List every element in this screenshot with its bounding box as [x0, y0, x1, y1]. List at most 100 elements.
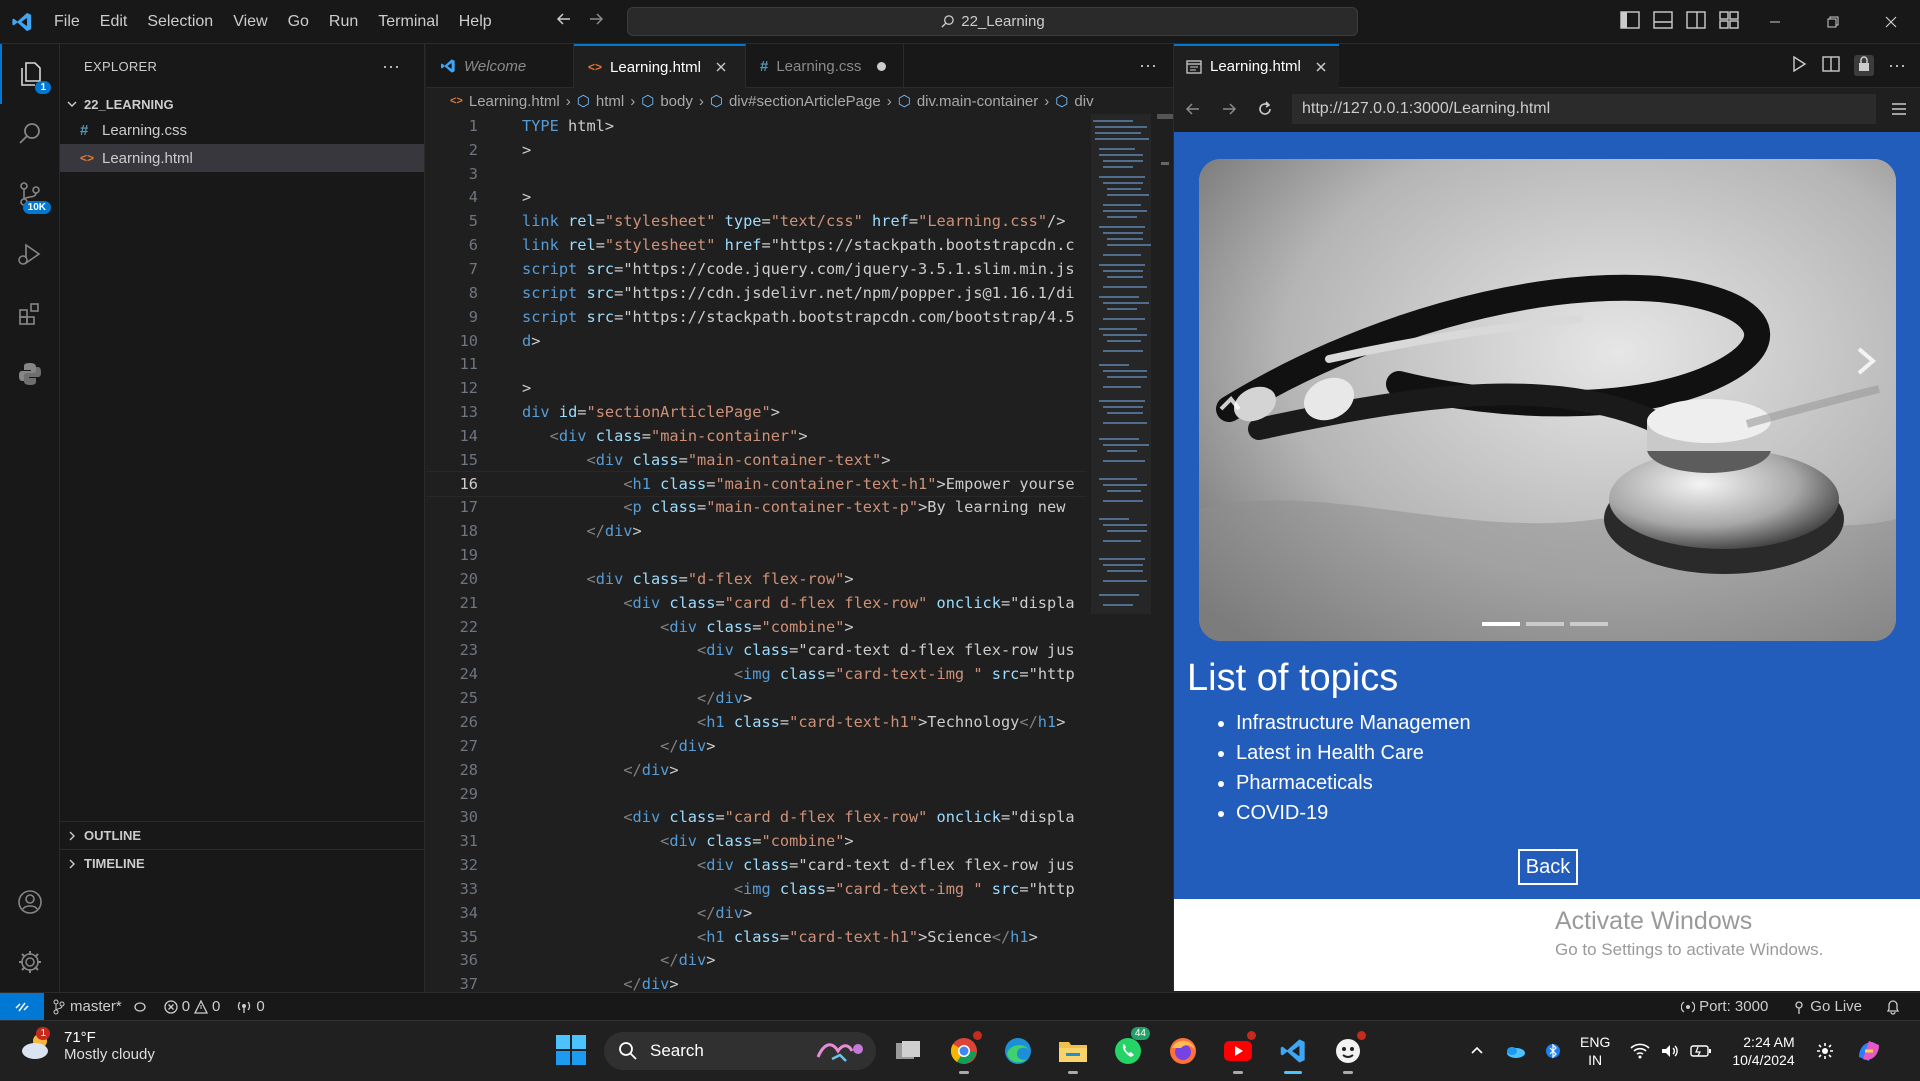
sync-icon[interactable] — [132, 1000, 148, 1014]
python-icon[interactable] — [0, 344, 60, 404]
toggle-primary-sidebar-icon[interactable] — [1620, 11, 1640, 29]
close-tab-icon[interactable] — [715, 61, 727, 73]
edge-icon[interactable] — [1000, 1033, 1036, 1069]
tab-browser-preview[interactable]: Learning.html — [1174, 43, 1339, 88]
code-line[interactable]: 2 > — [426, 138, 1086, 162]
explorer-icon[interactable]: 1 — [0, 44, 60, 104]
bluetooth-icon[interactable] — [1546, 1042, 1560, 1060]
wifi-icon[interactable] — [1630, 1043, 1650, 1059]
code-line[interactable]: 28 </div> — [426, 758, 1086, 782]
code-line[interactable]: 24 <img class="card-text-img " src="http — [426, 662, 1086, 686]
code-line[interactable]: 17 <p class="main-container-text-p">By l… — [426, 496, 1086, 520]
port-status[interactable]: Port: 3000 — [1673, 998, 1776, 1015]
vscode-taskbar-icon[interactable] — [1275, 1033, 1311, 1074]
toggle-secondary-sidebar-icon[interactable] — [1686, 11, 1706, 29]
code-line[interactable]: 30 <div class="card d-flex flex-row" onc… — [426, 805, 1086, 829]
weather-widget[interactable]: 1 71°F Mostly cloudy — [20, 1027, 155, 1063]
battery-icon[interactable] — [1690, 1044, 1712, 1058]
code-line[interactable]: 14 <div class="main-container"> — [426, 424, 1086, 448]
toggle-panel-icon[interactable] — [1653, 11, 1673, 29]
close-window-icon[interactable] — [1862, 0, 1920, 44]
problems-status[interactable]: 0 0 — [156, 998, 229, 1015]
copilot-icon[interactable] — [1855, 1037, 1883, 1065]
file-item-learning-css[interactable]: # Learning.css — [60, 116, 424, 144]
code-line[interactable]: 19 — [426, 543, 1086, 567]
editor-more-actions-icon[interactable]: ··· — [1123, 44, 1173, 87]
code-line[interactable]: 1 TYPE html> — [426, 114, 1086, 138]
split-editor-icon[interactable] — [1822, 55, 1840, 76]
code-line[interactable]: 13 div id="sectionArticlePage"> — [426, 400, 1086, 424]
code-line[interactable]: 23 <div class="card-text d-flex flex-row… — [426, 639, 1086, 663]
youtube-icon[interactable] — [1220, 1031, 1256, 1074]
breadcrumb-item[interactable]: Learning.html — [469, 93, 560, 110]
language-indicator[interactable]: ENG IN — [1580, 1033, 1610, 1069]
whatsapp-icon[interactable]: 44 — [1110, 1027, 1150, 1069]
notifications-bell-icon[interactable] — [1878, 999, 1908, 1015]
code-line[interactable]: 20 <div class="d-flex flex-row"> — [426, 567, 1086, 591]
code-line[interactable]: 3 — [426, 162, 1086, 186]
url-input[interactable]: http://127.0.0.1:3000/Learning.html — [1292, 94, 1876, 124]
breadcrumb-item[interactable]: body — [660, 93, 693, 110]
code-line[interactable]: 10 d> — [426, 329, 1086, 353]
restore-icon[interactable] — [1804, 0, 1862, 44]
taskbar-search[interactable]: Search — [604, 1032, 876, 1070]
code-line[interactable]: 33 <img class="card-text-img " src="http — [426, 877, 1086, 901]
customize-layout-icon[interactable] — [1719, 11, 1739, 29]
code-area[interactable]: 1 TYPE html> 2 >3 4 >5 link rel="stylesheet" t… — [426, 114, 1086, 992]
command-center[interactable]: 22_Learning — [627, 7, 1358, 36]
clock[interactable]: 2:24 AM 10/4/2024 — [1732, 1033, 1794, 1069]
more-actions-icon[interactable]: ··· — [1888, 55, 1906, 76]
folder-22-learning[interactable]: 22_LEARNING — [60, 92, 424, 116]
code-line[interactable]: 36 </div> — [426, 949, 1086, 973]
code-line[interactable]: 25 </div> — [426, 686, 1086, 710]
code-line[interactable]: 37 </div> — [426, 972, 1086, 992]
menu-file[interactable]: File — [44, 13, 90, 31]
list-item[interactable]: Infrastructure Managemen — [1236, 708, 1471, 738]
accounts-icon[interactable] — [0, 872, 60, 932]
firefox-icon[interactable] — [1165, 1033, 1201, 1069]
timeline-section[interactable]: TIMELINE — [60, 849, 425, 877]
code-line[interactable]: 27 </div> — [426, 734, 1086, 758]
code-line[interactable]: 5 link rel="stylesheet" type="text/css" h… — [426, 209, 1086, 233]
code-line[interactable]: 32 <div class="card-text d-flex flex-row… — [426, 853, 1086, 877]
ports-status[interactable]: 0 — [228, 998, 272, 1015]
outline-section[interactable]: OUTLINE — [60, 821, 425, 849]
run-icon[interactable] — [1790, 55, 1808, 76]
more-actions-icon[interactable]: ··· — [382, 56, 400, 77]
carousel-prev-icon[interactable] — [1209, 384, 1249, 424]
menu-help[interactable]: Help — [449, 13, 502, 31]
code-line[interactable]: 15 <div class="main-container-text"> — [426, 448, 1086, 472]
code-line[interactable]: 31 <div class="combine"> — [426, 829, 1086, 853]
code-line[interactable]: 34 </div> — [426, 901, 1086, 925]
browser-forward-icon[interactable] — [1220, 100, 1238, 118]
file-item-learning-html[interactable]: <> Learning.html — [60, 144, 424, 172]
breadcrumb-item[interactable]: div.main-container — [917, 93, 1038, 110]
list-item[interactable]: COVID-19 — [1236, 798, 1471, 828]
code-line[interactable]: 18 </div> — [426, 519, 1086, 543]
list-item[interactable]: Pharmaceticals — [1236, 768, 1471, 798]
remote-indicator-icon[interactable] — [0, 992, 44, 1021]
hamburger-menu-icon[interactable] — [1890, 100, 1908, 118]
windows-start-icon[interactable] — [555, 1034, 587, 1066]
tab-welcome[interactable]: Welcome — [426, 44, 574, 88]
code-line[interactable]: 6 link rel="stylesheet" href="https://sta… — [426, 233, 1086, 257]
chrome-icon[interactable] — [946, 1031, 982, 1074]
code-line[interactable]: 11 — [426, 352, 1086, 376]
file-explorer-icon[interactable] — [1055, 1033, 1091, 1074]
breadcrumb-item[interactable]: html — [596, 93, 624, 110]
menu-terminal[interactable]: Terminal — [368, 13, 448, 31]
code-line[interactable]: 16 <h1 class="main-container-text-h1">Em… — [426, 470, 1086, 497]
extensions-icon[interactable] — [0, 284, 60, 344]
breadcrumb-item[interactable]: div — [1074, 93, 1093, 110]
carousel-next-icon[interactable] — [1846, 339, 1886, 379]
tab-learning-html[interactable]: <> Learning.html — [574, 44, 746, 88]
code-line[interactable]: 7 script src="https://code.jquery.com/jqu… — [426, 257, 1086, 281]
browser-back-icon[interactable] — [1184, 100, 1202, 118]
chevron-up-icon[interactable] — [1470, 1044, 1484, 1058]
menu-selection[interactable]: Selection — [137, 13, 223, 31]
branch-status[interactable]: master* — [44, 998, 156, 1015]
code-line[interactable]: 4 > — [426, 186, 1086, 210]
close-tab-icon[interactable] — [1315, 61, 1327, 73]
app-icon[interactable] — [1330, 1031, 1366, 1074]
code-line[interactable]: 22 <div class="combine"> — [426, 615, 1086, 639]
